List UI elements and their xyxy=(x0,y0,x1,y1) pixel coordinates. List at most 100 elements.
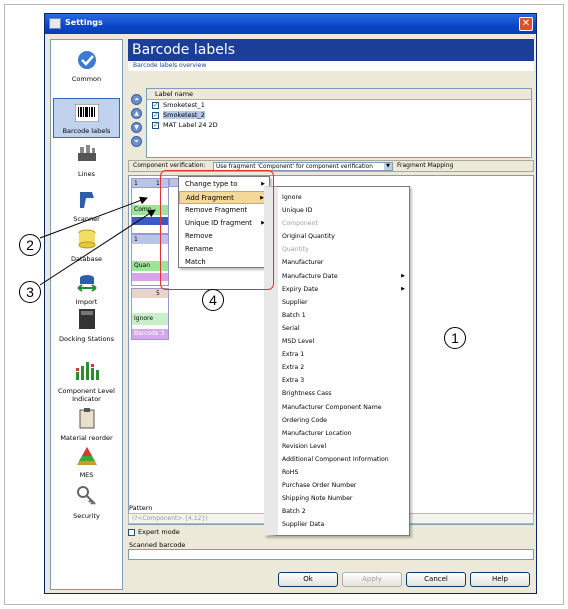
menu-item-label: Batch 2 xyxy=(282,508,306,516)
callout-2: 2 xyxy=(19,234,41,256)
submenu-item-revision-level[interactable]: Revision Level xyxy=(278,440,409,453)
submenu-item-supplier[interactable]: Supplier xyxy=(278,296,409,309)
menu-item-label: Expiry Date xyxy=(282,285,319,293)
submenu-item-extra-3[interactable]: Extra 3 xyxy=(278,374,409,387)
submenu-item-ordering-code[interactable]: Ordering Code xyxy=(278,414,409,427)
app-icon xyxy=(49,18,61,29)
submenu-item-rohs[interactable]: RoHS xyxy=(278,466,409,479)
nav-item-common[interactable]: Common xyxy=(53,50,120,83)
fragment-index: 5 xyxy=(156,290,160,297)
move-down-icon[interactable]: ▼ xyxy=(131,122,142,133)
move-bottom-icon[interactable]: ⏷ xyxy=(131,136,142,147)
cancel-button[interactable]: Cancel xyxy=(406,572,466,587)
nav-item-lines[interactable]: Lines xyxy=(53,143,120,178)
nav-item-label: Docking Stations xyxy=(59,335,114,343)
fragment-ignore[interactable]: 5 Ignore Barcode 3 xyxy=(131,288,169,340)
callout-4: 4 xyxy=(202,289,224,311)
submenu-item-shipping-note-number[interactable]: Shipping Note Number xyxy=(278,492,409,505)
submenu-item-batch-2[interactable]: Batch 2 xyxy=(278,505,409,518)
close-button[interactable]: ✕ xyxy=(519,17,533,31)
fragment-label: Ignore xyxy=(134,315,154,322)
key-icon xyxy=(53,485,120,509)
move-top-icon[interactable]: ⏶ xyxy=(131,94,142,105)
labels-list: Label name Smoketest_1 Smoketest_2 MAT Lab… xyxy=(146,88,532,158)
apply-button[interactable]: Apply xyxy=(342,572,402,587)
submenu-item-ignore[interactable]: Ignore xyxy=(278,191,409,204)
menu-item-label: Ignore xyxy=(282,194,302,201)
nav-item-mes[interactable]: MES xyxy=(53,446,120,479)
expert-mode-checkbox[interactable]: Expert mode xyxy=(128,528,180,536)
submenu-item-original-quantity[interactable]: Original Quantity xyxy=(278,230,409,243)
submenu-item-serial[interactable]: Serial xyxy=(278,322,409,335)
submenu-item-additional-component-information[interactable]: Additional Component Information xyxy=(278,453,409,466)
submenu-item-expiry-date[interactable]: Expiry Date ▶ xyxy=(278,283,409,296)
label-row[interactable]: MAT Label 24 2D xyxy=(147,120,531,130)
pyramid-icon xyxy=(53,446,120,468)
fragment-label: Comp xyxy=(134,206,152,213)
submenu-item-manufacture-date[interactable]: Manufacture Date ▶ xyxy=(278,270,409,283)
barcode-icon xyxy=(54,103,119,124)
nav-item-label: Material reorder xyxy=(60,434,113,442)
add-fragment-submenu: Ignore Unique ID Component Original Quantit… xyxy=(264,186,410,536)
menu-item-label: Revision Level xyxy=(282,442,327,450)
fragment-mapping-button[interactable]: Fragment Mapping xyxy=(397,162,453,169)
menu-item-label: Extra 3 xyxy=(282,377,305,385)
label-row[interactable]: Smoketest_1 xyxy=(147,100,531,110)
submenu-item-purchase-order-number[interactable]: Purchase Order Number xyxy=(278,479,409,492)
menu-item-label: Unique ID xyxy=(282,207,313,215)
menu-item-label: Manufacturer Location xyxy=(282,429,352,437)
nav-item-import[interactable]: Import xyxy=(53,271,120,306)
nav-item-label: Scanner xyxy=(73,215,100,223)
submenu-item-unique-id[interactable]: Unique ID xyxy=(278,204,409,217)
nav-item-material-reorder[interactable]: Material reorder xyxy=(53,407,120,442)
nav-item-barcode-labels[interactable]: Barcode labels xyxy=(53,98,120,138)
chevron-right-icon: ▶ xyxy=(401,272,405,279)
expert-mode-label: Expert mode xyxy=(138,528,180,536)
nav-item-label: Common xyxy=(71,75,102,83)
label-checkbox[interactable] xyxy=(152,100,159,110)
submenu-item-extra-1[interactable]: Extra 1 xyxy=(278,348,409,361)
help-button[interactable]: Help xyxy=(470,572,530,587)
import-icon xyxy=(53,271,120,295)
nav-item-scanner[interactable]: Scanner xyxy=(53,188,120,223)
menu-item-label: Supplier Data xyxy=(282,521,325,529)
nav-item-label: Lines xyxy=(78,170,95,178)
nav-item-label: Barcode labels xyxy=(62,127,111,135)
submenu-item-supplier-data[interactable]: Supplier Data xyxy=(278,518,409,531)
machine-line-icon xyxy=(53,143,120,167)
nav-item-security[interactable]: Security xyxy=(53,485,120,520)
verification-label: Component verification: xyxy=(133,162,206,169)
menu-item-label: Purchase Order Number xyxy=(282,482,357,490)
submenu-item-manufacturer[interactable]: Manufacturer xyxy=(278,256,409,269)
nav-item-label: Import xyxy=(75,298,98,306)
menu-item-label: Quantity xyxy=(282,246,309,254)
nav-item-docking-stations[interactable]: Docking Stations xyxy=(53,308,120,343)
label-checkbox[interactable] xyxy=(152,110,159,120)
scanner-icon xyxy=(53,188,120,212)
submenu-item-manufacturer-location[interactable]: Manufacturer Location xyxy=(278,427,409,440)
move-up-icon[interactable]: ▲ xyxy=(131,108,142,119)
window-title: Settings xyxy=(65,18,103,27)
level-indicator-icon xyxy=(53,358,120,384)
menu-item-label: Manufacture Date xyxy=(282,272,338,280)
fragment-footer: Barcode 3 xyxy=(134,330,165,337)
submenu-item-extra-2[interactable]: Extra 2 xyxy=(278,361,409,374)
nav-item-component-level-indicator[interactable]: Component Level Indicator xyxy=(53,358,120,403)
nav-item-database[interactable]: Database xyxy=(53,228,120,263)
submenu-item-brightness-cass[interactable]: Brightness Cass xyxy=(278,387,409,400)
submenu-item-batch-1[interactable]: Batch 1 xyxy=(278,309,409,322)
submenu-item-manufacturer-component-name[interactable]: Manufacturer Component Name xyxy=(278,401,409,414)
fragment-index: 1 xyxy=(134,236,138,243)
callout-1: 1 xyxy=(444,327,466,349)
menu-item-label: Manufacturer xyxy=(282,259,324,267)
title-bar: Settings ✕ xyxy=(45,14,536,34)
label-row[interactable]: Smoketest_2 xyxy=(147,110,531,120)
menu-item-label: Ordering Code xyxy=(282,416,327,424)
label-checkbox[interactable] xyxy=(152,120,159,130)
ok-button[interactable]: Ok xyxy=(278,572,338,587)
scanned-barcode-input[interactable] xyxy=(128,549,534,560)
submenu-item-msd-level[interactable]: MSD Level xyxy=(278,335,409,348)
labels-column-header: Label name xyxy=(147,89,531,100)
menu-item-label: Shipping Note Number xyxy=(282,495,353,503)
nav-item-label: MES xyxy=(79,471,94,479)
